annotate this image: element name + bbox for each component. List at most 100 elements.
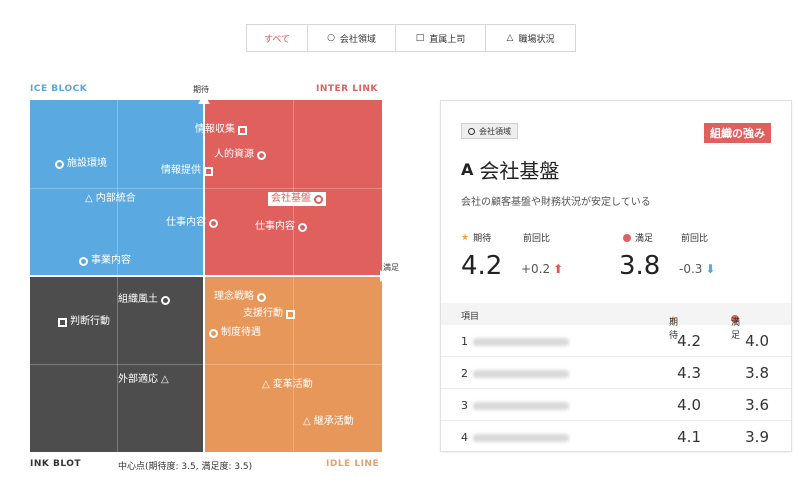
filter-tabs: すべて ○ 会社領域 □ 直属上司 △ 職場状況 [246, 24, 576, 52]
chart-point[interactable]: 判断行動 [58, 316, 110, 328]
chart-point[interactable]: △ 変革活動 [262, 379, 313, 391]
point-label: 組織風土 [118, 294, 158, 305]
point-label: 継承活動 [313, 416, 354, 427]
circle-marker-icon [314, 194, 323, 204]
chart-point[interactable]: 人的資源 [214, 149, 266, 161]
satisfy-prev-label: 前回比 [681, 234, 709, 244]
point-label: 会社基盤 [271, 193, 311, 204]
blurred-item-name [473, 434, 569, 442]
point-label: 外部適応 [118, 374, 158, 385]
expect-value: 4.2 [461, 251, 503, 281]
square-marker-icon [58, 317, 67, 327]
blurred-item-name [473, 402, 569, 410]
blurred-item-name [473, 370, 569, 378]
circle-icon [468, 127, 475, 135]
quadrant-label-ink-blot: INK BLOT [30, 459, 82, 469]
expect-label: ★ 期待 [461, 231, 491, 245]
row-expect: 4.1 [677, 428, 701, 446]
category-tag: 会社領域 [461, 123, 518, 139]
point-label: 事業内容 [91, 255, 131, 266]
chart-point[interactable]: △ 継承活動 [303, 416, 354, 428]
circle-marker-icon [209, 218, 218, 228]
chart-point[interactable]: 組織風土 [118, 294, 170, 306]
row-expect: 4.2 [677, 332, 701, 350]
square-marker-icon [286, 309, 295, 319]
tab-boss[interactable]: □ 直属上司 [395, 25, 485, 51]
triangle-marker-icon: △ [262, 379, 270, 390]
satisfy-delta: -0.3 ⬇ [679, 262, 715, 276]
chart-point[interactable]: 情報収集 [195, 124, 247, 136]
table-header: 項目 ★ 期待 満足 [441, 303, 791, 341]
chart-point[interactable]: 事業内容 [79, 255, 131, 267]
tab-workplace[interactable]: △ 職場状況 [485, 25, 575, 51]
blurred-item-name [473, 338, 569, 346]
tab-company[interactable]: ○ 会社領域 [307, 25, 395, 51]
tab-all-label: すべて [263, 34, 290, 45]
circle-marker-icon [55, 159, 64, 169]
chart-point[interactable]: 理念戦略 [214, 291, 266, 303]
chart-point[interactable]: △ 内部統合 [85, 193, 136, 205]
detail-panel: 会社領域 組織の強み A 会社基盤 会社の顧客基盤や財務状況が安定している ★ 期… [440, 100, 792, 452]
point-label: 情報提供 [161, 165, 201, 176]
satisfy-value: 3.8 [619, 251, 661, 281]
row-index: 1 [461, 335, 468, 348]
tab-boss-label: 直属上司 [429, 34, 466, 45]
circle-marker-icon [209, 328, 218, 338]
circle-marker-icon [161, 295, 170, 305]
tab-workplace-label: 職場状況 [518, 34, 555, 45]
table-row[interactable]: 1 4.2 4.0 [441, 325, 791, 357]
tab-company-label: 会社領域 [339, 34, 376, 45]
star-icon: ★ [461, 232, 470, 243]
tab-all[interactable]: すべて [247, 25, 307, 51]
row-expect: 4.3 [677, 364, 701, 382]
expect-delta: +0.2 ⬆ [521, 262, 563, 276]
circle-marker-icon [257, 150, 266, 160]
circle-icon: ○ [327, 33, 335, 43]
expect-delta-text: +0.2 [521, 262, 551, 276]
chart-point[interactable]: 仕事内容 [166, 217, 218, 229]
row-satisfy: 3.6 [745, 396, 769, 414]
point-label: 内部統合 [95, 193, 136, 204]
table-row[interactable]: 2 4.3 3.8 [441, 357, 791, 389]
item-description: 会社の顧客基盤や財務状況が安定している [461, 197, 651, 208]
chart-point[interactable]: 制度待遇 [209, 327, 261, 339]
triangle-icon: △ [506, 33, 514, 43]
red-dot-icon [623, 233, 631, 242]
center-point-info: 中心点(期待度: 3.5, 満足度: 3.5) [118, 462, 253, 472]
point-label: 仕事内容 [166, 217, 206, 228]
col-item: 項目 [461, 312, 480, 322]
chart-point[interactable]: 情報提供 [161, 165, 213, 177]
point-label: 情報収集 [195, 124, 235, 135]
point-label: 制度待遇 [221, 327, 261, 338]
triangle-marker-icon: △ [85, 193, 93, 204]
point-label: 人的資源 [214, 149, 254, 160]
row-satisfy: 3.8 [745, 364, 769, 382]
chart-point[interactable]: 支援行動 [243, 308, 295, 320]
table-row[interactable]: 4 4.1 3.9 [441, 421, 791, 453]
strength-badge: 組織の強み [704, 123, 771, 143]
chart-point[interactable]: 施設環境 [55, 158, 107, 170]
chart-point[interactable]: 外部適応 △ [118, 374, 169, 386]
row-expect: 4.0 [677, 396, 701, 414]
point-label: 仕事内容 [255, 221, 295, 232]
expect-prev-label: 前回比 [523, 234, 551, 244]
chart-point[interactable]: 仕事内容 [255, 221, 307, 233]
title-letter: A [461, 160, 474, 179]
arrow-up-icon: ⬆ [553, 262, 564, 276]
square-icon: □ [415, 33, 425, 43]
quadrant-label-idle-line: IDLE LINE [326, 459, 380, 469]
table-row[interactable]: 3 4.0 3.6 [441, 389, 791, 421]
row-index: 2 [461, 367, 468, 380]
circle-marker-icon [257, 292, 266, 302]
triangle-marker-icon: △ [303, 416, 311, 427]
satisfy-label: 満足 [623, 231, 653, 244]
point-label: 施設環境 [67, 158, 107, 169]
row-satisfy: 4.0 [745, 332, 769, 350]
row-satisfy: 3.9 [745, 428, 769, 446]
chart-point-selected[interactable]: 会社基盤 [268, 192, 326, 206]
title-text: 会社基盤 [479, 159, 560, 183]
point-label: 理念戦略 [214, 291, 254, 302]
square-marker-icon [238, 125, 247, 135]
y-axis-arrow-icon [198, 94, 210, 104]
arrow-down-icon: ⬇ [705, 262, 716, 276]
